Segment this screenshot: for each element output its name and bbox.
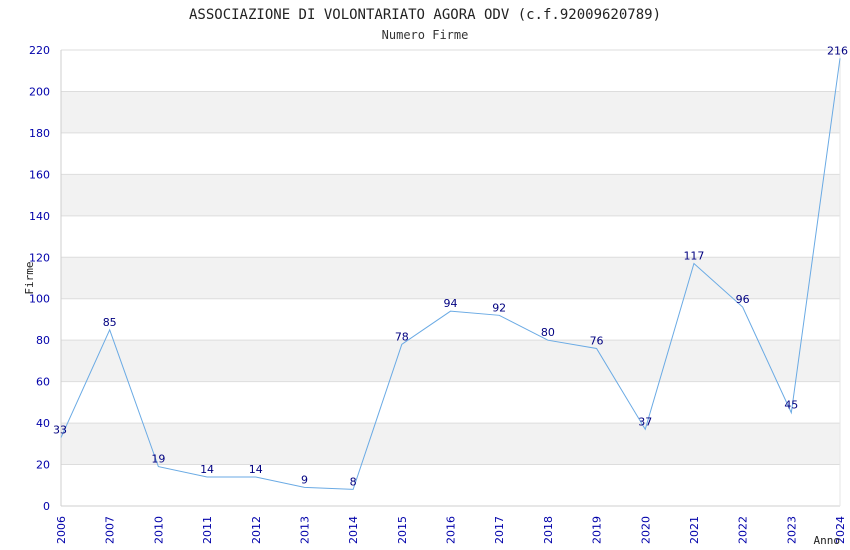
data-label: 19 <box>151 453 165 466</box>
y-tick-label: 80 <box>36 334 50 347</box>
chart-subtitle: Numero Firme <box>382 28 469 42</box>
x-tick-label: 2016 <box>445 516 458 544</box>
x-tick-label: 2011 <box>201 516 214 544</box>
x-tick-labels: 2006 2007 2010 2011 2012 2013 2014 2015 2016 2017… <box>55 516 847 544</box>
line-chart: ASSOCIAZIONE DI VOLONTARIATO AGORA ODV (… <box>23 7 848 547</box>
grid-band <box>61 423 840 465</box>
grid-band <box>61 257 840 299</box>
y-tick-label: 200 <box>29 85 50 98</box>
data-label: 78 <box>395 330 409 343</box>
grid-band <box>61 174 840 216</box>
data-label: 85 <box>103 316 117 329</box>
x-tick-label: 2007 <box>104 516 117 544</box>
y-tick-label: 60 <box>36 376 50 389</box>
grid-band <box>61 91 840 133</box>
grid-band <box>61 340 840 382</box>
y-tick-label: 180 <box>29 127 50 140</box>
x-tick-label: 2021 <box>688 516 701 544</box>
y-tick-label: 220 <box>29 44 50 57</box>
data-label: 37 <box>638 415 652 428</box>
x-tick-label: 2022 <box>737 516 750 544</box>
x-tick-label: 2006 <box>55 516 68 544</box>
data-label: 92 <box>492 301 506 314</box>
data-label: 33 <box>53 424 67 437</box>
x-tick-label: 2017 <box>493 516 506 544</box>
x-tick-label: 2018 <box>542 516 555 544</box>
x-axis-title: Anno <box>814 534 841 547</box>
x-tick-label: 2013 <box>298 516 311 544</box>
data-label: 117 <box>683 249 704 262</box>
data-label: 8 <box>350 475 357 488</box>
data-label: 14 <box>249 463 263 476</box>
x-tick-label: 2015 <box>396 516 409 544</box>
x-tick-label: 2023 <box>785 516 798 544</box>
y-tick-label: 20 <box>36 459 50 472</box>
y-tick-label: 140 <box>29 210 50 223</box>
data-label: 94 <box>444 297 458 310</box>
y-tick-label: 0 <box>43 500 50 513</box>
y-axis-title: Firme <box>23 261 36 294</box>
data-label: 216 <box>827 44 848 57</box>
data-label: 9 <box>301 473 308 486</box>
data-label: 14 <box>200 463 214 476</box>
chart-title: ASSOCIAZIONE DI VOLONTARIATO AGORA ODV (… <box>189 7 661 23</box>
data-label: 80 <box>541 326 555 339</box>
x-tick-label: 2020 <box>639 516 652 544</box>
y-tick-label: 160 <box>29 168 50 181</box>
x-tick-label: 2019 <box>591 516 604 544</box>
data-label: 96 <box>736 293 750 306</box>
x-tick-label: 2014 <box>347 516 360 544</box>
grid-bands <box>61 91 840 465</box>
data-label: 76 <box>590 334 604 347</box>
x-tick-label: 2012 <box>250 516 263 544</box>
x-tick-label: 2010 <box>152 516 165 544</box>
y-tick-label: 40 <box>36 417 50 430</box>
data-label: 45 <box>784 399 798 412</box>
